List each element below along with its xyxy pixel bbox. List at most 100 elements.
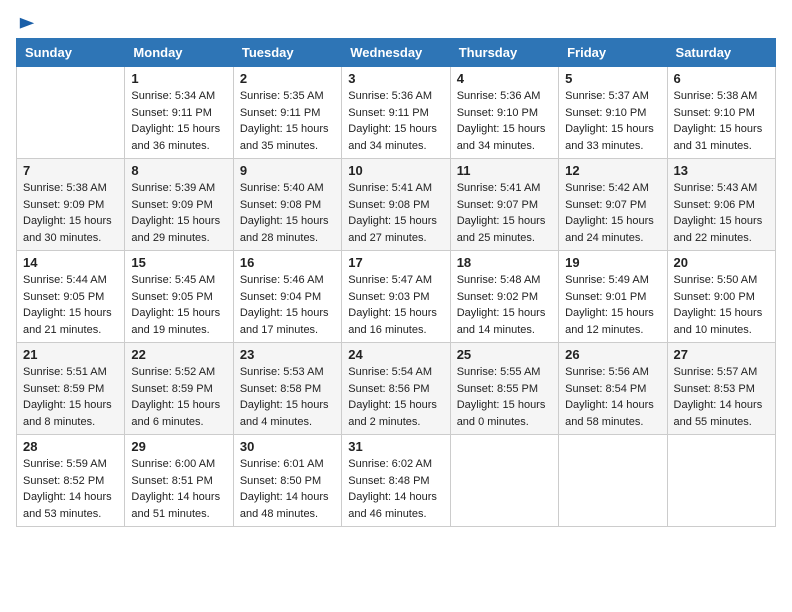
day-number: 14: [23, 255, 118, 270]
day-info-line: Sunrise: 5:35 AM: [240, 88, 335, 105]
day-info-line: Sunset: 8:48 PM: [348, 473, 443, 490]
day-info-line: Sunrise: 6:00 AM: [131, 456, 226, 473]
day-info: Sunrise: 5:37 AMSunset: 9:10 PMDaylight:…: [565, 88, 660, 154]
day-info-line: Sunrise: 6:02 AM: [348, 456, 443, 473]
day-info-line: Sunrise: 5:51 AM: [23, 364, 118, 381]
day-info: Sunrise: 5:53 AMSunset: 8:58 PMDaylight:…: [240, 364, 335, 430]
day-number: 30: [240, 439, 335, 454]
day-info: Sunrise: 5:51 AMSunset: 8:59 PMDaylight:…: [23, 364, 118, 430]
day-number: 8: [131, 163, 226, 178]
week-row-0: 1Sunrise: 5:34 AMSunset: 9:11 PMDaylight…: [17, 67, 776, 159]
day-info-line: Sunrise: 5:56 AM: [565, 364, 660, 381]
calendar-cell: 28 Sunrise: 5:59 AMSunset: 8:52 PMDayligh…: [17, 435, 125, 527]
day-number: 1: [131, 71, 226, 86]
day-number: 15: [131, 255, 226, 270]
day-info-line: Daylight: 15 hours and 21 minutes.: [23, 305, 118, 338]
day-info-line: Sunset: 9:00 PM: [674, 289, 769, 306]
week-row-1: 7 Sunrise: 5:38 AM Sunset: 9:09 PMDaylight…: [17, 159, 776, 251]
day-info-line: Sunrise: 6:01 AM: [240, 456, 335, 473]
day-info-line: Daylight: 15 hours and 31 minutes.: [674, 121, 769, 154]
day-number: 21: [23, 347, 118, 362]
day-number: 23: [240, 347, 335, 362]
day-info: Sunrise: 5:38 AMSunset: 9:10 PMDaylight:…: [674, 88, 769, 154]
calendar-cell: 26Sunrise: 5:56 AMSunset: 8:54 PMDayligh…: [559, 343, 667, 435]
day-info-line: Daylight: 15 hours and 33 minutes.: [565, 121, 660, 154]
logo-flag-icon: [18, 16, 36, 34]
day-number: 2: [240, 71, 335, 86]
calendar-cell: 30 Sunrise: 6:01 AMSunset: 8:50 PMDayligh…: [233, 435, 341, 527]
weekday-header-row: SundayMondayTuesdayWednesdayThursdayFrid…: [17, 39, 776, 67]
day-info-line: Daylight: 15 hours and 35 minutes.: [240, 121, 335, 154]
day-info: Sunrise: 6:01 AMSunset: 8:50 PMDaylight:…: [240, 456, 335, 522]
day-info-line: Sunset: 9:05 PM: [23, 289, 118, 306]
day-info-line: Daylight: 15 hours and 4 minutes.: [240, 397, 335, 430]
day-info: Sunrise: 5:49 AMSunset: 9:01 PMDaylight:…: [565, 272, 660, 338]
calendar-cell: [667, 435, 775, 527]
day-info: Sunrise: 5:54 AMSunset: 8:56 PMDaylight:…: [348, 364, 443, 430]
calendar-cell: 6 Sunrise: 5:38 AMSunset: 9:10 PMDaylight…: [667, 67, 775, 159]
day-info-line: Sunset: 9:04 PM: [240, 289, 335, 306]
day-info-line: Sunset: 9:10 PM: [674, 105, 769, 122]
day-number: 26: [565, 347, 660, 362]
day-info-line: Sunrise: 5:37 AM: [565, 88, 660, 105]
day-info-line: Daylight: 15 hours and 29 minutes.: [131, 213, 226, 246]
day-info-line: Sunset: 8:55 PM: [457, 381, 552, 398]
page-header: [16, 16, 776, 30]
day-info-line: Sunset: 9:11 PM: [348, 105, 443, 122]
day-info-line: Sunrise: 5:49 AM: [565, 272, 660, 289]
calendar-cell: 7Sunrise: 5:38 AMSunset: 9:09 PMDaylight…: [17, 159, 125, 251]
calendar-cell: 8 Sunrise: 5:39 AMSunset: 9:09 PMDaylight…: [125, 159, 233, 251]
calendar-cell: 21 Sunrise: 5:51 AMSunset: 8:59 PMDayligh…: [17, 343, 125, 435]
day-info-line: Sunrise: 5:39 AM: [131, 180, 226, 197]
calendar-cell: 25 Sunrise: 5:55 AMSunset: 8:55 PMDayligh…: [450, 343, 558, 435]
day-info-line: Sunset: 9:08 PM: [348, 197, 443, 214]
calendar-cell: 4Sunrise: 5:36 AMSunset: 9:10 PMDaylight…: [450, 67, 558, 159]
day-info: Sunrise: 5:59 AMSunset: 8:52 PMDaylight:…: [23, 456, 118, 522]
day-info-line: Daylight: 15 hours and 16 minutes.: [348, 305, 443, 338]
logo: [16, 16, 36, 30]
day-info-line: Daylight: 15 hours and 8 minutes.: [23, 397, 118, 430]
day-info-line: Daylight: 14 hours and 55 minutes.: [674, 397, 769, 430]
calendar-cell: 1Sunrise: 5:34 AMSunset: 9:11 PMDaylight…: [125, 67, 233, 159]
day-info-line: Sunset: 8:53 PM: [674, 381, 769, 398]
calendar-cell: 31Sunrise: 6:02 AMSunset: 8:48 PMDayligh…: [342, 435, 450, 527]
day-number: 28: [23, 439, 118, 454]
week-row-4: 28 Sunrise: 5:59 AMSunset: 8:52 PMDayligh…: [17, 435, 776, 527]
day-number: 6: [674, 71, 769, 86]
day-info-line: Sunrise: 5:47 AM: [348, 272, 443, 289]
day-number: 9: [240, 163, 335, 178]
day-info: Sunrise: 5:48 AMSunset: 9:02 PMDaylight:…: [457, 272, 552, 338]
day-number: 7: [23, 163, 118, 178]
calendar-cell: 11Sunrise: 5:41 AMSunset: 9:07 PMDayligh…: [450, 159, 558, 251]
day-info-line: Sunrise: 5:45 AM: [131, 272, 226, 289]
day-info-line: Sunrise: 5:38 AM: [23, 180, 118, 197]
day-info-line: Sunset: 9:09 PM: [131, 197, 226, 214]
day-info-line: Sunrise: 5:52 AM: [131, 364, 226, 381]
day-info-line: Sunset: 8:56 PM: [348, 381, 443, 398]
calendar-cell: 14Sunrise: 5:44 AMSunset: 9:05 PMDayligh…: [17, 251, 125, 343]
calendar-cell: 15Sunrise: 5:45 AMSunset: 9:05 PMDayligh…: [125, 251, 233, 343]
day-number: 27: [674, 347, 769, 362]
day-number: 10: [348, 163, 443, 178]
day-info-line: Sunrise: 5:50 AM: [674, 272, 769, 289]
day-info: Sunrise: 6:02 AMSunset: 8:48 PMDaylight:…: [348, 456, 443, 522]
day-info-line: Sunset: 9:01 PM: [565, 289, 660, 306]
day-info: Sunrise: 5:57 AMSunset: 8:53 PMDaylight:…: [674, 364, 769, 430]
day-info: Sunrise: 5:43 AMSunset: 9:06 PMDaylight:…: [674, 180, 769, 246]
calendar-cell: 2 Sunrise: 5:35 AMSunset: 9:11 PMDaylight…: [233, 67, 341, 159]
calendar-cell: 24Sunrise: 5:54 AMSunset: 8:56 PMDayligh…: [342, 343, 450, 435]
day-info: Sunrise: 5:39 AMSunset: 9:09 PMDaylight:…: [131, 180, 226, 246]
day-info-line: Daylight: 14 hours and 51 minutes.: [131, 489, 226, 522]
weekday-header-thursday: Thursday: [450, 39, 558, 67]
calendar-cell: [450, 435, 558, 527]
day-number: 25: [457, 347, 552, 362]
day-info-line: Sunset: 9:05 PM: [131, 289, 226, 306]
day-info-line: Daylight: 14 hours and 58 minutes.: [565, 397, 660, 430]
calendar-cell: [17, 67, 125, 159]
day-number: 20: [674, 255, 769, 270]
calendar-table: SundayMondayTuesdayWednesdayThursdayFrid…: [16, 38, 776, 527]
day-info-line: Sunset: 9:11 PM: [131, 105, 226, 122]
day-info-line: Daylight: 15 hours and 0 minutes.: [457, 397, 552, 430]
day-info-line: Sunrise: 5:55 AM: [457, 364, 552, 381]
day-info-line: Sunset: 9:11 PM: [240, 105, 335, 122]
